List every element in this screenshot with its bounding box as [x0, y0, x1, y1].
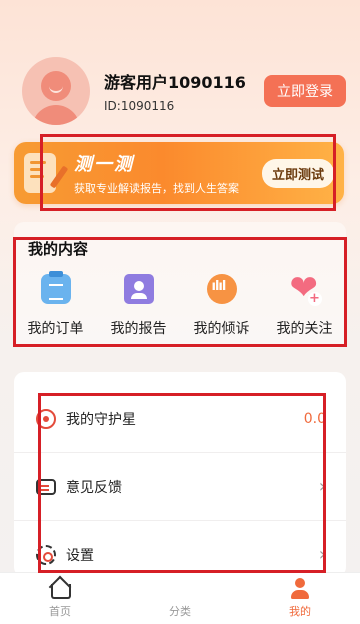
feedback-icon: [36, 478, 56, 495]
test-banner[interactable]: 测一测 获取专业解读报告，找到人生答案 立即测试: [14, 142, 344, 204]
report-icon: [123, 274, 154, 304]
row-label: 意见反馈: [66, 479, 122, 496]
home-icon: [49, 578, 71, 600]
tab-category[interactable]: 分类: [120, 573, 240, 624]
user-info: 游客用户1090116 ID:1090116: [104, 69, 264, 113]
tab-label: 分类: [169, 605, 191, 618]
profile-icon: [289, 578, 311, 600]
chevron-right-icon: ›: [318, 544, 326, 565]
banner-text: 测一测 获取专业解读报告，找到人生答案: [74, 150, 262, 196]
avatar[interactable]: [22, 57, 90, 125]
settings-list: 我的守护星 0.0 意见反馈 › 设置 ›: [14, 372, 346, 577]
item-label: 我的倾诉: [193, 321, 250, 337]
category-icon: [169, 578, 191, 600]
start-test-button[interactable]: 立即测试: [261, 158, 334, 188]
tab-home[interactable]: 首页: [0, 573, 120, 624]
heart-plus-icon: [290, 268, 322, 308]
banner-subtitle: 获取专业解读报告，找到人生答案: [74, 182, 239, 195]
avatar-body: [32, 105, 80, 125]
item-label: 我的关注: [276, 321, 333, 337]
my-orders-item[interactable]: 我的订单: [14, 271, 97, 338]
my-reports-item[interactable]: 我的报告: [97, 274, 180, 338]
content-items: 我的订单 我的报告 我的倾诉 我的关注: [14, 268, 346, 338]
login-button[interactable]: 立即登录: [264, 75, 346, 107]
my-content-section: 我的内容 我的订单 我的报告 我的倾诉 我的关注: [14, 222, 346, 348]
settings-row[interactable]: 设置 ›: [14, 521, 346, 577]
section-title: 我的内容: [28, 240, 89, 258]
tab-label: 首页: [49, 605, 71, 618]
my-follows-item[interactable]: 我的关注: [263, 268, 346, 338]
banner-title: 测一测: [74, 154, 134, 175]
username: 游客用户1090116: [104, 73, 246, 92]
clipboard-icon: [40, 271, 71, 304]
row-label: 我的守护星: [66, 411, 136, 428]
my-confides-item[interactable]: 我的倾诉: [180, 274, 263, 338]
bottom-tab-bar: 首页 分类 我的: [0, 572, 360, 624]
user-id: ID:1090116: [104, 99, 175, 113]
voice-chat-icon: [206, 274, 237, 304]
profile-header: 游客用户1090116 ID:1090116 立即登录: [22, 56, 346, 126]
guardian-star-value: 0.0: [303, 410, 326, 427]
gear-icon: [36, 544, 56, 565]
tab-me[interactable]: 我的: [240, 573, 360, 624]
document-pen-icon: [24, 153, 69, 193]
chevron-right-icon: ›: [318, 476, 326, 497]
row-label: 设置: [66, 547, 94, 564]
item-label: 我的报告: [110, 321, 167, 337]
feedback-row[interactable]: 意见反馈 ›: [14, 453, 346, 521]
guardian-star-row[interactable]: 我的守护星 0.0: [14, 385, 346, 453]
item-label: 我的订单: [27, 321, 84, 337]
guardian-star-icon: [36, 408, 56, 429]
tab-label: 我的: [289, 605, 311, 618]
